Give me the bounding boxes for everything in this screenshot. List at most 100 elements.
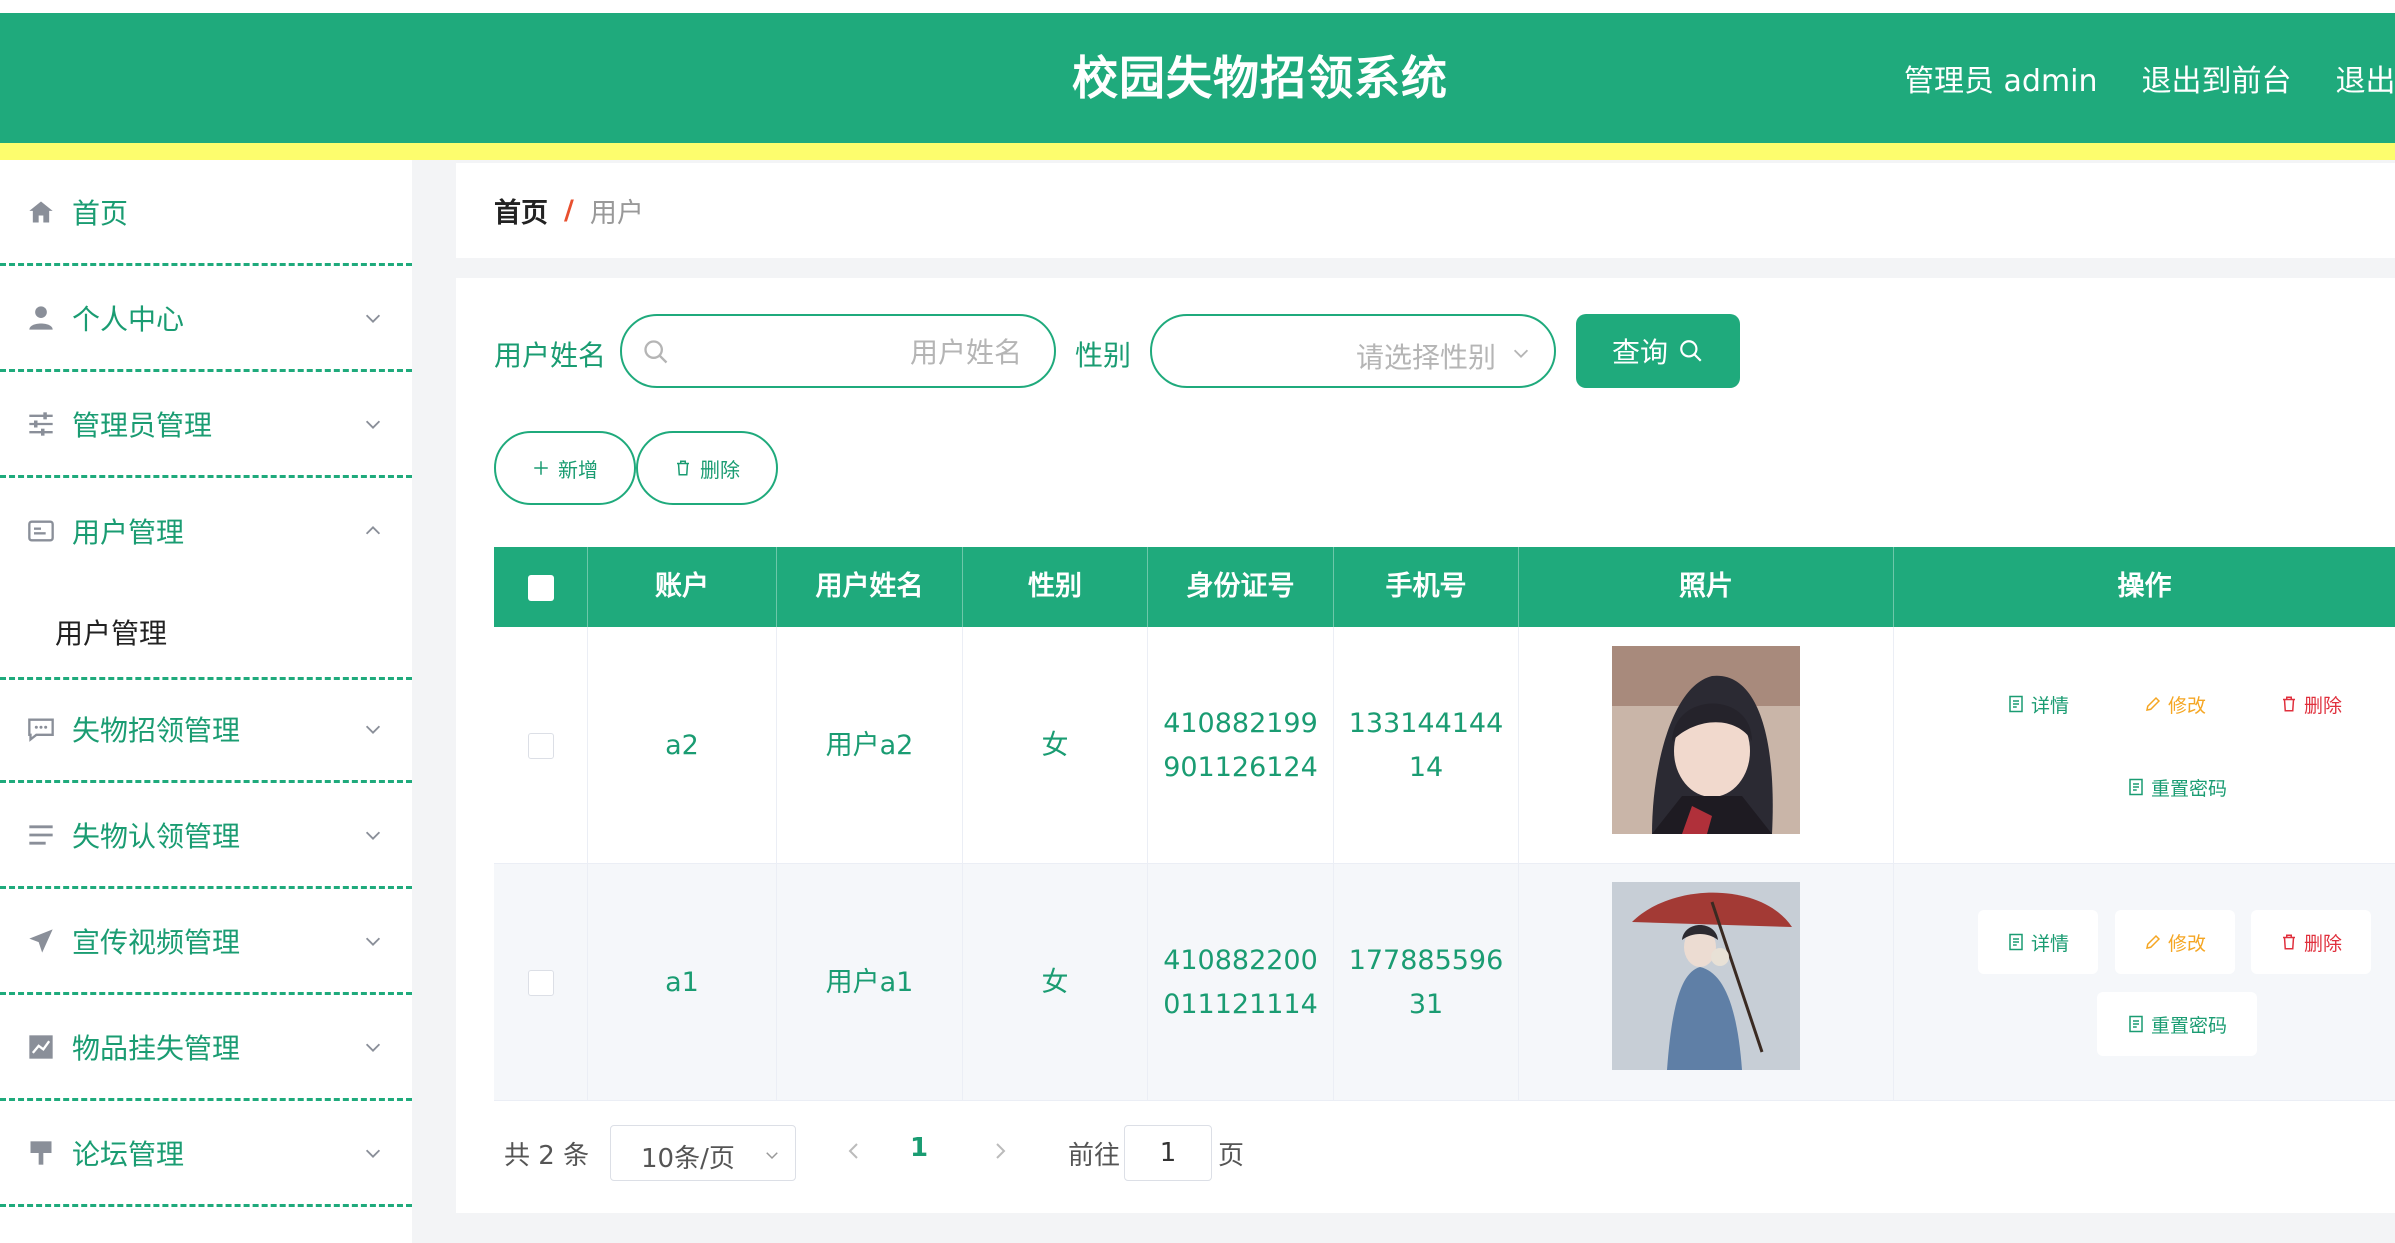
table-row: a2 用户a2 女 410882199 901126124 133144144 … [494, 627, 2395, 864]
col-actions: 操作 [2117, 571, 2172, 602]
chevron-down-icon [1513, 349, 1529, 358]
chevron-down-icon [365, 937, 381, 946]
chevron-down-icon [365, 314, 381, 323]
table-row: a1 用户a1 女 410882200 011121114 177885596 … [494, 864, 2395, 1101]
col-photo: 照片 [1519, 547, 1894, 627]
name-search-label: 用户姓名 [494, 339, 607, 372]
reset-password-button-label: 重置密码 [2150, 777, 2227, 800]
cell-gender: 女 [963, 627, 1148, 864]
user-icon [26, 303, 56, 333]
delete-button[interactable]: 删除 [2251, 672, 2371, 736]
sidebar-item-label: 宣传视频管理 [72, 925, 241, 959]
logout-link[interactable]: 退出登录 [2336, 56, 2395, 100]
page-size-select[interactable]: 10条/页 [610, 1125, 796, 1181]
name-search-input[interactable] [682, 322, 1022, 382]
id-number-line: 901126124 [1163, 751, 1318, 783]
trash-icon [2282, 934, 2295, 950]
trash-icon [677, 460, 689, 476]
edit-button-label: 修改 [2167, 694, 2206, 717]
cell-account: a2 [588, 627, 777, 864]
chevron-down-icon [365, 1149, 381, 1158]
name-search-field[interactable] [620, 314, 1056, 388]
sidebar-item-forum-management[interactable]: 论坛管理 [0, 1101, 412, 1207]
cell-id-number: 410882200 011121114 [1148, 864, 1334, 1101]
sidebar-subitem-user-management[interactable]: 用户管理 [0, 584, 412, 680]
select-all-checkbox[interactable] [528, 575, 554, 601]
detail-button[interactable]: 详情 [1978, 910, 2098, 974]
sidebar-item-video-management[interactable]: 宣传视频管理 [0, 889, 412, 995]
sidebar-item-label: 论坛管理 [72, 1137, 185, 1171]
document-icon [2009, 695, 2023, 713]
cell-gender: 女 [963, 864, 1148, 1101]
gender-select[interactable]: 请选择性别 [1150, 314, 1556, 388]
page-number-current[interactable]: 1 [910, 1133, 928, 1163]
query-button-label: 查询 [1611, 336, 1668, 369]
app-root: 校园失物招领系统 管理员 admin 退出到前台 退出登录 首页 个人中心 管理… [0, 0, 2395, 1243]
sidebar-item-lost-found-management[interactable]: 失物招领管理 [0, 677, 412, 783]
chevron-down-icon [365, 420, 381, 429]
row-check-cell [494, 864, 588, 1101]
phone-line: 177885596 [1348, 944, 1504, 976]
brush-icon [26, 1138, 56, 1168]
id-number-line: 410882200 [1163, 944, 1318, 976]
prev-page-icon[interactable] [842, 1137, 866, 1165]
breadcrumb-home[interactable]: 首页 [494, 191, 548, 230]
delete-button[interactable]: 删除 [2251, 910, 2371, 974]
exit-to-front-link[interactable]: 退出到前台 [2142, 56, 2292, 100]
sidebar-item-user-management[interactable]: 用户管理 [0, 478, 412, 584]
cell-name: 用户a2 [777, 627, 963, 864]
reset-password-button[interactable]: 重置密码 [2097, 992, 2257, 1056]
row-check-cell [494, 627, 588, 864]
list-icon [26, 820, 56, 850]
trash-icon [2282, 696, 2295, 712]
id-number-line: 410882199 [1163, 707, 1318, 739]
search-icon [644, 340, 668, 364]
detail-button-label: 详情 [2030, 932, 2069, 955]
sidebar-item-admin-management[interactable]: 管理员管理 [0, 372, 412, 478]
col-account: 账户 [588, 547, 777, 627]
edit-button[interactable]: 修改 [2115, 672, 2235, 736]
chevron-down-icon [365, 831, 381, 840]
chevron-up-icon [365, 526, 381, 535]
add-button[interactable]: 新增 [494, 431, 636, 505]
goto-suffix: 页 [1218, 1141, 1245, 1171]
gender-select-placeholder: 请选择性别 [1355, 341, 1496, 374]
cell-phone: 133144144 14 [1334, 627, 1519, 864]
sidebar-item-claim-management[interactable]: 失物认领管理 [0, 783, 412, 889]
breadcrumb-current: 用户 [589, 198, 644, 229]
batch-delete-button[interactable]: 删除 [636, 431, 778, 505]
id-card-icon [26, 516, 56, 546]
row-checkbox[interactable] [527, 969, 554, 996]
sidebar-item-loss-report-management[interactable]: 物品挂失管理 [0, 995, 412, 1101]
cell-photo [1519, 627, 1894, 864]
edit-button[interactable]: 修改 [2115, 910, 2235, 974]
cell-actions [1894, 864, 2395, 1101]
add-button-label: 新增 [558, 457, 598, 482]
sidebar-item-home[interactable]: 首页 [0, 160, 412, 266]
document-icon [2129, 1015, 2143, 1033]
sidebar-item-label: 管理员管理 [72, 408, 213, 442]
query-button[interactable]: 查询 [1576, 314, 1740, 388]
delete-button-label: 删除 [2303, 932, 2342, 955]
table-header: 账户 用户姓名 性别 身份证号 手机号 照片 操作 [494, 547, 2395, 627]
sidebar: 首页 个人中心 管理员管理 用户管理 用户管理 失物招领管理 失物认领管理 宣传… [0, 160, 412, 1243]
sidebar-item-personal-center[interactable]: 个人中心 [0, 266, 412, 372]
cell-actions [1894, 627, 2395, 864]
next-page-icon[interactable] [988, 1137, 1012, 1165]
sliders-icon [26, 409, 56, 439]
id-number-line: 011121114 [1163, 988, 1318, 1020]
sidebar-subitem-label: 用户管理 [55, 617, 168, 650]
admin-label: 管理员 admin [1904, 64, 2098, 99]
detail-button-label: 详情 [2030, 694, 2069, 717]
user-photo[interactable] [1612, 882, 1800, 1070]
row-checkbox[interactable] [527, 732, 554, 759]
delete-button-label: 删除 [2303, 694, 2342, 717]
chevron-down-icon [766, 1152, 778, 1160]
reset-password-button[interactable]: 重置密码 [2097, 755, 2257, 819]
select-all-cell [494, 547, 588, 627]
breadcrumb: 首页 / 用户 [456, 163, 2395, 258]
pagination: 共 2 条 10条/页 1 前往 1 页 [494, 1115, 1894, 1189]
detail-button[interactable]: 详情 [1978, 672, 2098, 736]
goto-page-input[interactable]: 1 [1124, 1125, 1212, 1181]
user-photo[interactable] [1612, 646, 1800, 834]
